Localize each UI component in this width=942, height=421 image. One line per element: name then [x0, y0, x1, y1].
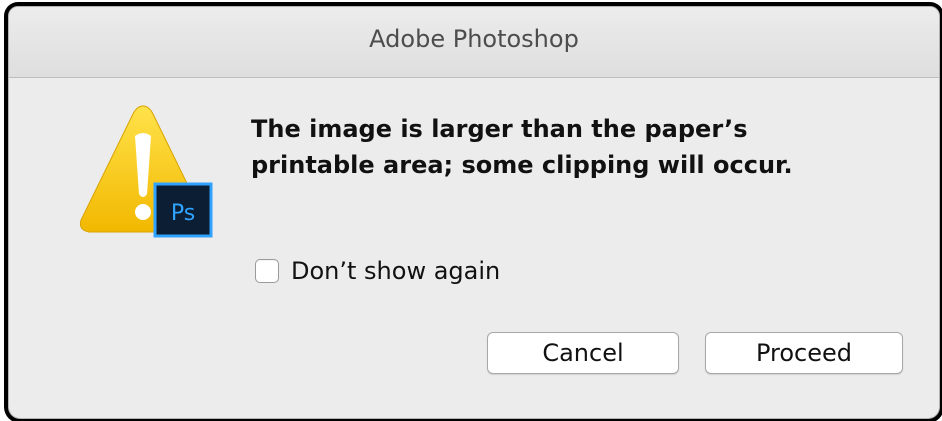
alert-message: The image is larger than the paper’s pri…	[251, 111, 911, 183]
photoshop-badge-text: Ps	[171, 201, 195, 226]
dont-show-again-label[interactable]: Don’t show again	[291, 257, 500, 285]
cancel-button[interactable]: Cancel	[487, 332, 679, 374]
photoshop-badge-icon: Ps	[153, 182, 213, 238]
dont-show-again-option[interactable]: Don’t show again	[255, 257, 500, 285]
alert-message-line-2: printable area; some clipping will occur…	[251, 151, 793, 179]
alert-dialog: Adobe Photoshop Ps The image is larger t…	[8, 6, 940, 419]
dont-show-again-checkbox[interactable]	[255, 259, 279, 283]
screen: Adobe Photoshop Ps The image is larger t…	[0, 0, 942, 421]
title-bar[interactable]: Adobe Photoshop	[9, 7, 939, 78]
proceed-button[interactable]: Proceed	[705, 332, 903, 374]
warning-triangle-icon: Ps	[79, 105, 213, 238]
alert-message-line-1: The image is larger than the paper’s	[251, 115, 748, 143]
warning-icon: Ps	[73, 102, 213, 242]
window-title: Adobe Photoshop	[369, 25, 579, 53]
